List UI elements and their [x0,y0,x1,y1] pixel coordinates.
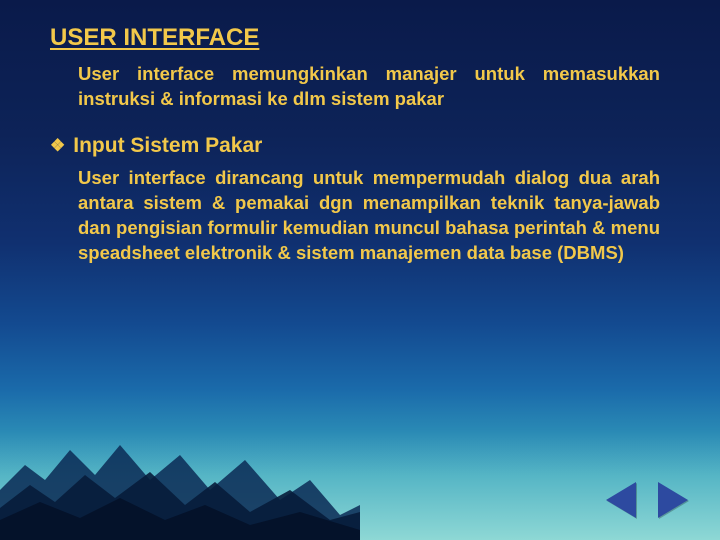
intro-paragraph: User interface memungkinkan manajer untu… [78,62,660,112]
prev-slide-button[interactable] [606,482,636,518]
subheading-row: ❖ Input Sistem Pakar [50,134,670,158]
slide-title: USER INTERFACE [50,24,670,52]
subheading-text: Input Sistem Pakar [73,134,262,158]
mountain-decoration [0,420,360,540]
body-paragraph: User interface dirancang untuk mempermud… [78,166,660,266]
diamond-bullet-icon: ❖ [50,137,65,154]
slide: USER INTERFACE User interface memungkink… [0,0,720,540]
nav-controls [606,482,688,518]
next-slide-button[interactable] [658,482,688,518]
